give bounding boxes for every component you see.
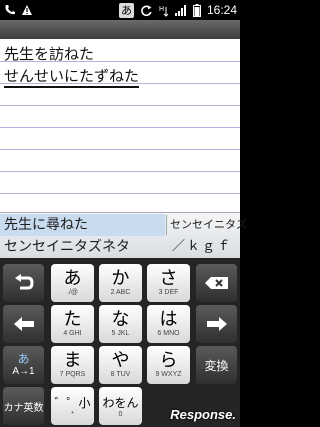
- key-dakuten-label: ゛゜小: [54, 395, 91, 410]
- key-ra[interactable]: ら 9 WXYZ: [147, 346, 190, 384]
- ruled-line: [0, 127, 240, 128]
- wifi-icon: H: [159, 6, 169, 17]
- composing-text: せんせいにたずねた: [4, 67, 140, 88]
- candidate-katakana-full[interactable]: センセイニタズネタ: [4, 236, 130, 258]
- mode-label: カナ英数: [3, 402, 44, 414]
- text-editor[interactable]: 先生を訪ねた せんせいにたずねた: [0, 39, 240, 212]
- key-sa-sub: 3 DEF: [158, 289, 179, 296]
- key-ha-label: は: [159, 309, 178, 330]
- text-line-2: せんせいにたずねた: [4, 65, 140, 88]
- warning-icon: [22, 5, 32, 15]
- key-a-sub: ./@: [67, 289, 78, 296]
- convert-label: 変換: [204, 358, 229, 373]
- key-ya-label: や: [111, 350, 130, 371]
- candidate-alpha[interactable]: ／ｋｇｆ: [172, 236, 232, 258]
- key-ta[interactable]: た 4 GHI: [51, 305, 94, 343]
- clock: 16:24: [206, 3, 237, 17]
- backspace-key[interactable]: [196, 264, 237, 302]
- phone-icon: [5, 5, 15, 15]
- key-na-label: な: [111, 309, 130, 330]
- sync-icon: [141, 5, 152, 16]
- status-bar: あ H 16:24: [0, 0, 240, 20]
- ruled-line: [0, 193, 240, 194]
- input-mode-toggle-key[interactable]: あ A→1: [3, 346, 44, 384]
- key-a-label: あ: [63, 268, 82, 289]
- key-ra-label: ら: [159, 350, 178, 371]
- battery-icon: [192, 3, 201, 17]
- key-ma[interactable]: ま 7 PQRS: [51, 346, 94, 384]
- undo-key[interactable]: [3, 264, 44, 302]
- key-wa[interactable]: わをん 0: [99, 387, 142, 425]
- candidate-selected[interactable]: 先生に尋ねた: [0, 214, 165, 236]
- svg-text:H: H: [159, 6, 164, 13]
- key-ya[interactable]: や 8 TUV: [99, 346, 142, 384]
- key-ma-label: ま: [63, 350, 82, 371]
- key-ta-label: た: [63, 309, 82, 330]
- convert-key[interactable]: 変換: [196, 346, 237, 384]
- key-ka-sub: 2 ABC: [110, 289, 131, 296]
- key-ta-sub: 4 GHI: [63, 330, 82, 337]
- key-ma-sub: 7 PQRS: [59, 371, 86, 378]
- key-ha[interactable]: は 6 MNO: [147, 305, 190, 343]
- candidate-bar: 先生に尋ねた センセイニタズ センセイニタズネタ ／ｋｇｆ: [0, 212, 247, 258]
- keyboard: あ ./@ か 2 ABC さ 3 DEF た 4 GHI な 5 JKL は …: [0, 258, 240, 427]
- arrow-right-icon: [206, 317, 227, 331]
- key-ya-sub: 8 TUV: [110, 371, 131, 378]
- text-line-1: 先生を訪ねた: [4, 45, 95, 63]
- key-ra-sub: 9 WXYZ: [155, 371, 182, 378]
- key-dakuten-sub: *: [71, 410, 74, 418]
- left-arrow-key[interactable]: [3, 305, 44, 343]
- key-wa-sub: 0: [118, 410, 123, 418]
- ruled-line: [0, 149, 240, 150]
- ruled-line: [0, 105, 240, 106]
- title-bar: [0, 20, 240, 39]
- undo-icon: [14, 274, 34, 290]
- key-ka[interactable]: か 2 ABC: [99, 264, 142, 302]
- candidate-divider: [166, 215, 167, 235]
- key-na-sub: 5 JKL: [111, 330, 130, 337]
- key-dakuten[interactable]: ゛゜小 *: [51, 387, 94, 425]
- ruled-line: [0, 171, 240, 172]
- key-ha-sub: 6 MNO: [157, 330, 180, 337]
- key-sa[interactable]: さ 3 DEF: [147, 264, 190, 302]
- mode-key[interactable]: カナ英数: [3, 387, 44, 425]
- watermark-logo: Response.: [170, 407, 236, 422]
- ime-indicator: あ: [118, 2, 134, 18]
- key-ka-label: か: [111, 268, 130, 289]
- toggle-alnum-label: A→1: [12, 365, 35, 377]
- arrow-left-icon: [13, 317, 34, 331]
- toggle-hiragana-label: あ: [17, 351, 30, 366]
- candidate-katakana-partial[interactable]: センセイニタズ: [170, 214, 247, 236]
- key-a[interactable]: あ ./@: [51, 264, 94, 302]
- key-sa-label: さ: [159, 268, 178, 289]
- signal-icon: [174, 5, 186, 16]
- right-arrow-key[interactable]: [196, 305, 237, 343]
- backspace-icon: [204, 277, 228, 289]
- key-na[interactable]: な 5 JKL: [99, 305, 142, 343]
- key-wa-label: わをん: [102, 395, 139, 410]
